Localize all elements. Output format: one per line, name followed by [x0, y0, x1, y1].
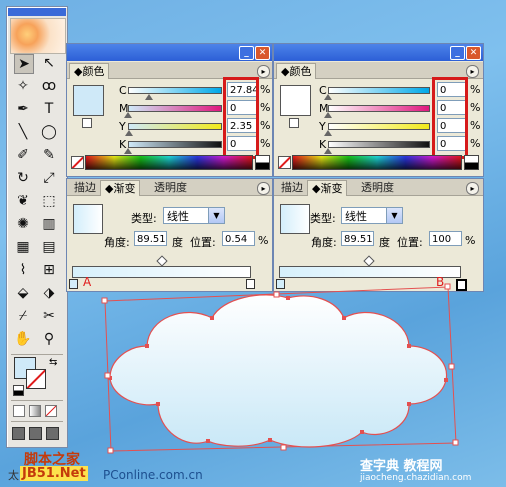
cloud-shape[interactable] — [109, 294, 448, 448]
watermark-pconline: PConline.com.cn — [103, 468, 203, 482]
watermark-chazidian-title: 查字典 教程网 — [360, 459, 443, 474]
watermark-prefix: 太 — [8, 469, 19, 482]
watermark-chazidian-url: jiaocheng.chazidian.com — [360, 473, 472, 483]
artboard-canvas — [101, 283, 459, 454]
watermark-jb51-url: JB51.Net — [20, 466, 88, 481]
